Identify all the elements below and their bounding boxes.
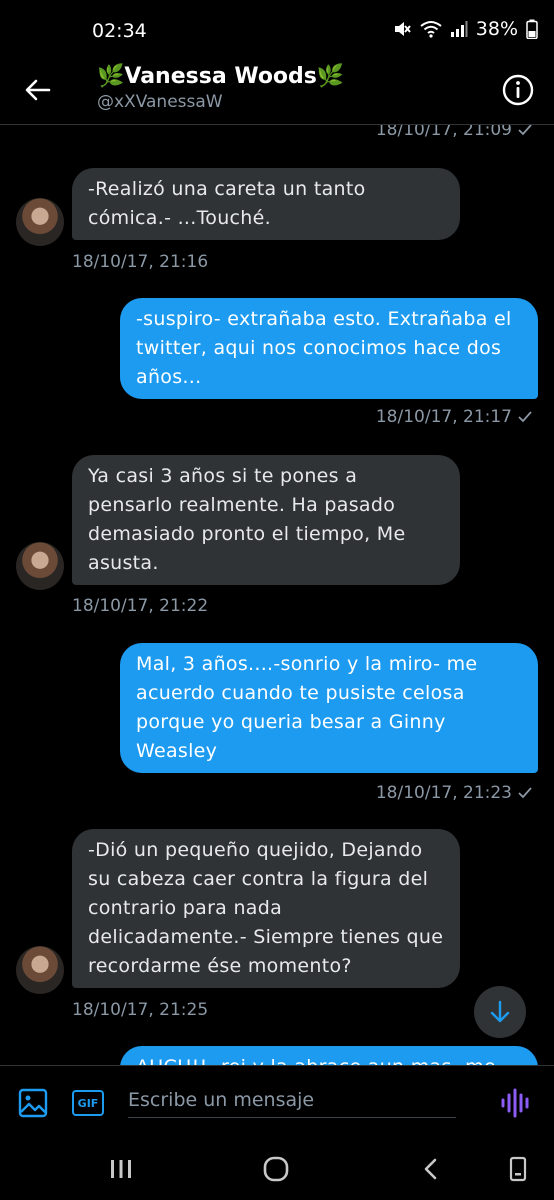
- contact-handle: @xXVanessaW: [97, 92, 223, 112]
- info-button[interactable]: [500, 72, 536, 108]
- message-timestamp: 18/10/17, 21:16: [72, 252, 209, 272]
- status-icons: 38%: [392, 18, 538, 40]
- signal-icon: [450, 21, 468, 37]
- battery-icon: [526, 19, 538, 39]
- avatar[interactable]: [16, 542, 64, 590]
- recent-apps-button[interactable]: [103, 1155, 139, 1183]
- home-icon: [263, 1156, 289, 1182]
- back-button[interactable]: [20, 72, 56, 108]
- message-timestamp: 18/10/17, 21:17: [376, 407, 532, 427]
- gif-button[interactable]: GIF: [72, 1090, 104, 1116]
- status-time: 02:34: [92, 20, 147, 42]
- conversation-header: 🌿Vanessa Woods🌿 @xXVanessaW: [0, 60, 554, 124]
- compose-bar: GIF: [0, 1065, 554, 1137]
- message-timestamp: 18/10/17, 21:22: [72, 596, 209, 616]
- read-check-icon: [518, 411, 532, 423]
- info-icon: [502, 74, 534, 106]
- read-check-icon: [518, 787, 532, 799]
- add-media-button[interactable]: [18, 1088, 48, 1118]
- voice-message-button[interactable]: [500, 1086, 532, 1120]
- wifi-icon: [420, 21, 442, 38]
- battery-percent: 38%: [475, 18, 518, 40]
- mute-icon: [394, 22, 411, 36]
- status-bar: 02:34 38%: [0, 0, 554, 60]
- keyboard-button[interactable]: [500, 1155, 536, 1183]
- message-timestamp: 18/10/17, 21:23: [376, 783, 532, 803]
- avatar[interactable]: [16, 946, 64, 994]
- scroll-to-bottom-button[interactable]: [474, 986, 526, 1038]
- chevron-left-icon: [424, 1158, 437, 1180]
- message-bubble-outgoing[interactable]: AUCH!! -rei y la abrace aun mas- me de: [120, 1046, 538, 1065]
- phone-keyboard-icon: [509, 1156, 527, 1182]
- image-icon: [18, 1088, 48, 1118]
- arrow-down-icon: [490, 1000, 510, 1023]
- message-bubble-incoming[interactable]: -Dió un pequeño quejido, Dejando su cabe…: [72, 829, 460, 988]
- home-button[interactable]: [258, 1155, 294, 1183]
- message-thread[interactable]: 18/10/17, 21:09 -Realizó una careta un t…: [0, 125, 554, 1065]
- back-nav-button[interactable]: [412, 1155, 448, 1183]
- recent-apps-icon: [111, 1160, 131, 1178]
- avatar[interactable]: [16, 198, 64, 246]
- arrow-left-icon: [25, 79, 51, 101]
- read-check-icon: [518, 125, 532, 136]
- voice-waveform-icon: [501, 1088, 529, 1118]
- system-nav-bar: [0, 1137, 554, 1200]
- message-timestamp: 18/10/17, 21:25: [72, 1000, 209, 1020]
- contact-name[interactable]: 🌿Vanessa Woods🌿: [97, 64, 344, 89]
- message-bubble-incoming[interactable]: -Realizó una careta un tanto cómica.- ..…: [72, 168, 460, 240]
- message-timestamp: 18/10/17, 21:09: [376, 125, 532, 140]
- message-input[interactable]: [128, 1082, 456, 1118]
- message-bubble-outgoing[interactable]: -suspiro- extrañaba esto. Extrañaba el t…: [120, 298, 538, 399]
- message-bubble-outgoing[interactable]: Mal, 3 años....-sonrio y la miro- me acu…: [120, 643, 538, 773]
- message-bubble-incoming[interactable]: Ya casi 3 años si te pones a pensarlo re…: [72, 455, 460, 585]
